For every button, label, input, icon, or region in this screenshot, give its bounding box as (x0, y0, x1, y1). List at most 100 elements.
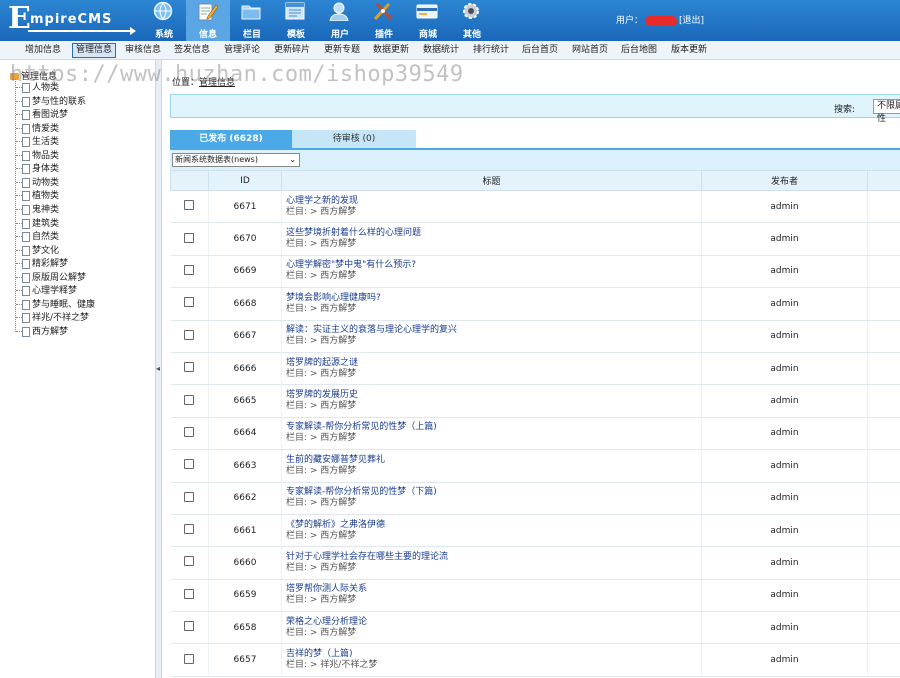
row-column: 栏目: > 西方解梦 (286, 465, 357, 476)
menu-review-info[interactable]: 审核信息 (122, 43, 164, 58)
menu-manage-info[interactable]: 管理信息 (72, 43, 117, 58)
top-nav-info[interactable]: 信息 (186, 0, 230, 41)
tree-item[interactable]: 梦与性的联系 (16, 96, 86, 109)
row-checkbox[interactable] (184, 329, 195, 340)
tree-item[interactable]: 身体类 (16, 163, 59, 176)
tree-item[interactable]: 物品类 (16, 150, 59, 163)
tab-published[interactable]: 已发布 (6628) (170, 130, 292, 148)
tree-item[interactable]: 植物类 (16, 190, 59, 203)
row-title-link[interactable]: 梦境会影响心理健康吗? (286, 293, 701, 304)
row-title-link[interactable]: 专家解读-帮你分析常见的性梦（下篇) (286, 487, 701, 498)
tree-item[interactable]: 西方解梦 (16, 326, 68, 339)
tree-item[interactable]: 情爱类 (16, 123, 59, 136)
folder-icon (241, 5, 261, 20)
data-table-select[interactable]: 新闻系统数据表(news) ⌄ (172, 153, 300, 167)
row-title-link[interactable]: 荣格之心理分析理论 (286, 617, 701, 628)
user-label: 用户： (616, 16, 644, 26)
row-title-link[interactable]: 专家解读-帮你分析常见的性梦（上篇) (286, 422, 701, 433)
category-tree: 管理信息 人物类 梦与性的联系 看图说梦 情爱类 生活类 物品类 身体类 动物类… (0, 60, 155, 678)
top-nav-shop[interactable]: 商城 (406, 0, 450, 41)
row-checkbox[interactable] (184, 297, 195, 308)
row-checkbox[interactable] (184, 232, 195, 243)
top-nav-user[interactable]: 用户 (318, 0, 362, 41)
top-nav-system[interactable]: 系统 (142, 0, 186, 41)
tree-item[interactable]: 梦与睡眠、健康 (16, 299, 95, 312)
menu-site-home[interactable]: 网站首页 (569, 43, 611, 58)
tree-item[interactable]: 人物类 (16, 82, 59, 95)
row-id: 6658 (208, 611, 282, 645)
row-checkbox[interactable] (184, 426, 195, 437)
row-title-link[interactable]: 心理学解密"梦中鬼"有什么预示? (286, 260, 701, 271)
tree-item[interactable]: 鬼神类 (16, 204, 59, 217)
row-checkbox[interactable] (184, 653, 195, 664)
tree-item[interactable]: 祥兆/不祥之梦 (16, 312, 89, 325)
table-row: 6666 塔罗牌的起源之谜 栏目: > 西方解梦 admin (170, 352, 900, 386)
tree-item[interactable]: 心理学释梦 (16, 285, 77, 298)
tree-root[interactable]: 管理信息 (10, 69, 57, 82)
row-checkbox[interactable] (184, 394, 195, 405)
search-scope-select[interactable]: 不限属性 (873, 99, 900, 124)
tree-item[interactable]: 看图说梦 (16, 109, 68, 122)
top-nav-plugin[interactable]: 插件 (362, 0, 406, 41)
collapse-arrow-icon[interactable]: ◂ (156, 364, 160, 373)
row-checkbox[interactable] (184, 200, 195, 211)
top-nav-column[interactable]: 栏目 (230, 0, 274, 41)
tree-item[interactable]: 建筑类 (16, 218, 59, 231)
breadcrumb-link[interactable]: 管理信息 (199, 78, 235, 88)
header-title[interactable]: 标题 (281, 170, 702, 191)
tree-item[interactable]: 精彩解梦 (16, 258, 68, 271)
tree-item[interactable]: 动物类 (16, 177, 59, 190)
row-title-link[interactable]: 《梦的解析》之弗洛伊德 (286, 520, 701, 531)
menu-data-update[interactable]: 数据更新 (370, 43, 412, 58)
menu-update-topics[interactable]: 更新专题 (321, 43, 363, 58)
row-checkbox[interactable] (184, 621, 195, 632)
row-title-link[interactable]: 针对于心理学社会存在哪些主要的理论流 (286, 552, 701, 563)
menu-admin-map[interactable]: 后台地图 (618, 43, 660, 58)
row-title-link[interactable]: 塔罗牌的发展历史 (286, 390, 701, 401)
row-checkbox[interactable] (184, 588, 195, 599)
row-title-link[interactable]: 生前的藏安娜普梦见葬礼 (286, 455, 701, 466)
menu-data-stats[interactable]: 数据统计 (420, 43, 462, 58)
row-title-link[interactable]: 心理学之新的发现 (286, 196, 701, 207)
document-icon (22, 258, 30, 269)
menu-update-fragments[interactable]: 更新碎片 (271, 43, 313, 58)
logout-link[interactable]: [退出] (679, 16, 704, 26)
top-nav-template[interactable]: 模板 (274, 0, 318, 41)
sidebar-splitter[interactable]: ◂ (155, 60, 162, 678)
header-publisher[interactable]: 发布者 (701, 170, 868, 191)
info-table: ID 标题 发布者 6671 心理学之新的发现 栏目: > 西方解梦 admin … (170, 170, 900, 677)
table-row: 6667 解读：实证主义的衰落与理论心理学的复兴 栏目: > 西方解梦 admin (170, 320, 900, 353)
tab-pending[interactable]: 待审核 (0) (292, 130, 416, 148)
row-checkbox[interactable] (184, 459, 195, 470)
table-row: 6659 塔罗帮你测人际关系 栏目: > 西方解梦 admin (170, 579, 900, 613)
row-title-link[interactable]: 塔罗帮你测人际关系 (286, 584, 701, 595)
row-title-link[interactable]: 塔罗牌的起源之谜 (286, 358, 701, 369)
row-checkbox[interactable] (184, 556, 195, 567)
search-bar: 搜索: 不限属性 (170, 94, 900, 124)
tree-item[interactable]: 生活类 (16, 136, 59, 149)
tree-item[interactable]: 自然类 (16, 231, 59, 244)
row-id: 6669 (208, 255, 282, 289)
document-icon (22, 123, 30, 134)
row-column: 栏目: > 西方解梦 (286, 336, 357, 347)
row-column: 栏目: > 西方解梦 (286, 271, 357, 282)
menu-add-info[interactable]: 增加信息 (22, 43, 64, 58)
tree-item[interactable]: 梦文化 (16, 245, 59, 258)
table-row: 6657 吉祥的梦（上篇) 栏目: > 祥兆/不祥之梦 admin (170, 643, 900, 677)
menu-ranking-stats[interactable]: 排行统计 (470, 43, 512, 58)
menu-admin-home[interactable]: 后台首页 (519, 43, 561, 58)
menu-manage-comments[interactable]: 管理评论 (221, 43, 263, 58)
row-title-link[interactable]: 解读：实证主义的衰落与理论心理学的复兴 (286, 325, 701, 336)
row-title-link[interactable]: 吉祥的梦（上篇) (286, 649, 701, 660)
row-checkbox[interactable] (184, 362, 195, 373)
row-checkbox[interactable] (184, 491, 195, 502)
tree-item[interactable]: 原版周公解梦 (16, 272, 86, 285)
row-checkbox[interactable] (184, 524, 195, 535)
top-nav-other[interactable]: 其他 (450, 0, 494, 41)
row-checkbox[interactable] (184, 264, 195, 275)
menu-sign-info[interactable]: 签发信息 (171, 43, 213, 58)
menu-version-update[interactable]: 版本更新 (668, 43, 710, 58)
sub-menu-bar: 增加信息 管理信息 审核信息 签发信息 管理评论 更新碎片 更新专题 数据更新 … (0, 41, 900, 60)
header-id[interactable]: ID (208, 170, 282, 191)
row-title-link[interactable]: 这些梦境折射着什么样的心理问题 (286, 228, 701, 239)
